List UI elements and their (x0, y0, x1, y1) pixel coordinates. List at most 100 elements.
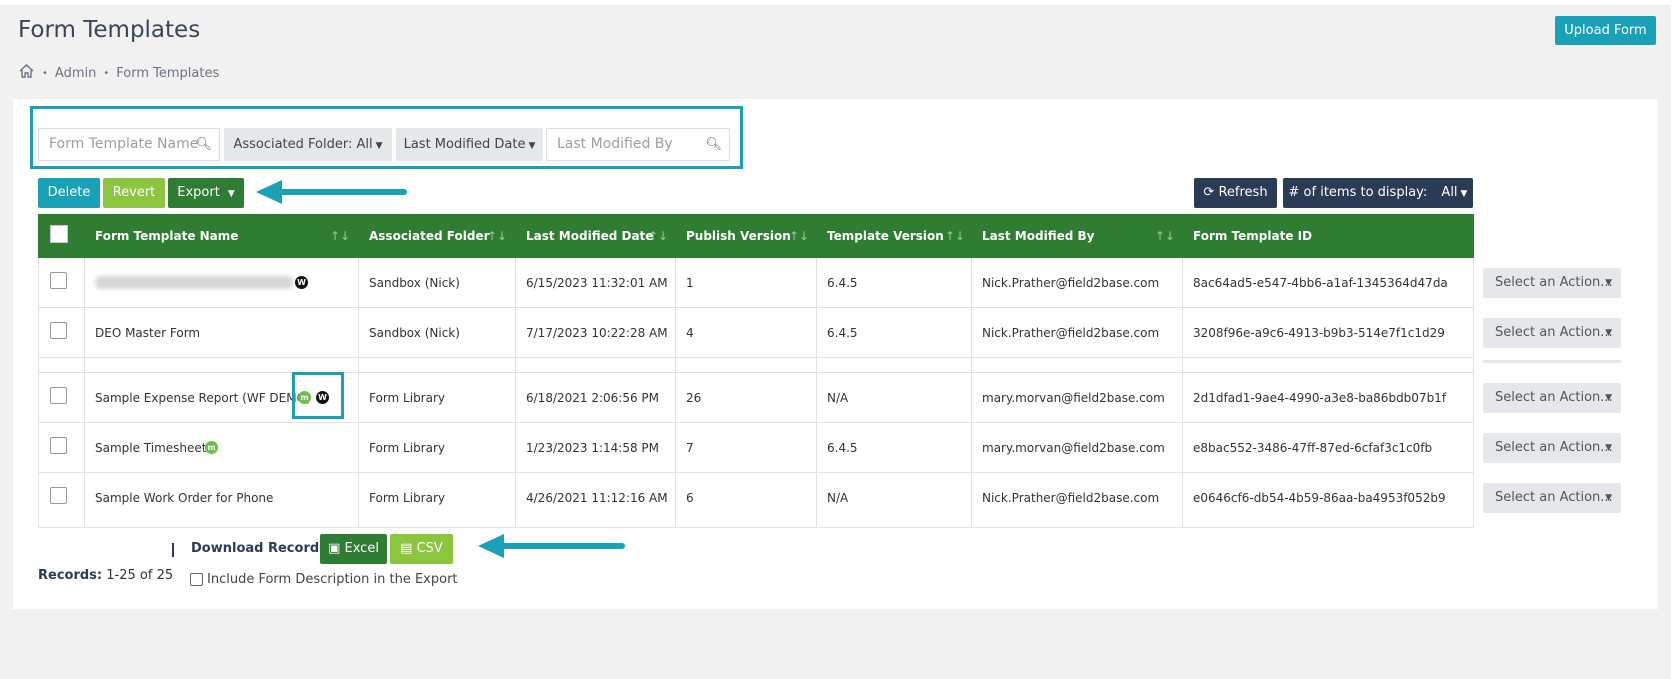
divider (172, 543, 174, 557)
row-checkbox[interactable] (50, 322, 67, 339)
select-action-dropdown[interactable]: Select an Action... ▼ (1483, 483, 1621, 513)
row-checkbox[interactable] (50, 272, 67, 289)
cell-modified-by: Nick.Prather@field2base.com (982, 491, 1160, 505)
caret-down-icon: ▼ (1605, 278, 1612, 288)
cell-folder: Sandbox (Nick) (369, 276, 460, 290)
revert-button[interactable]: Revert (103, 178, 165, 208)
select-all-checkbox[interactable] (50, 225, 68, 243)
caret-down-icon: ▼ (375, 141, 383, 151)
column-header-last-modified-date[interactable]: Last Modified Date (526, 214, 653, 258)
caret-down-icon: ▼ (528, 141, 536, 151)
caret-down-icon: ▼ (1605, 393, 1612, 403)
select-action-dropdown[interactable]: Select an Action... ▼ (1483, 433, 1621, 463)
action-label: Select an Action... (1495, 390, 1613, 405)
cell-template-version: 6.4.5 (827, 326, 858, 340)
arrow-pointer-icon (256, 180, 407, 204)
items-value: All (1441, 185, 1458, 200)
cell-modified-by: mary.morvan@field2base.com (982, 391, 1165, 405)
cell-folder: Form Library (369, 491, 446, 505)
csv-download-button[interactable]: ▤ CSV (390, 534, 453, 564)
select-action-dropdown[interactable]: Select an Action... ▼ (1483, 383, 1621, 413)
cell-form-name[interactable]: Sample Expense Report (WF DEMO) (95, 391, 311, 405)
cell-date: 4/26/2021 11:12:16 AM (526, 491, 668, 505)
column-divider (971, 258, 972, 528)
csv-icon: ▤ (400, 541, 413, 556)
cell-template-id: 3208f96e-a9c6-4913-b9b3-514e7f1c1d29 (1193, 326, 1445, 340)
table-row-spacer (38, 358, 1474, 373)
column-header-last-modified-by[interactable]: Last Modified By (982, 214, 1094, 258)
top-border (0, 0, 1675, 5)
associated-folder-dropdown[interactable]: Associated Folder: All ▼ (224, 128, 392, 161)
icon-highlight-box (292, 372, 344, 419)
right-border (1671, 0, 1675, 679)
refresh-label: Refresh (1218, 185, 1268, 200)
cell-template-version: N/A (827, 491, 849, 505)
cell-template-id: 8ac64ad5-e547-4bb6-a1af-1345364d47da (1193, 276, 1448, 290)
column-divider (515, 258, 516, 528)
cell-template-id: e8bac552-3486-47ff-87ed-6cfaf3c1c0fb (1193, 441, 1433, 455)
records-value: 1-25 of 25 (106, 568, 174, 583)
folder-dropdown-label: Associated Folder: All (233, 137, 373, 152)
cell-date: 7/17/2023 10:22:28 AM (526, 326, 668, 340)
upload-form-button[interactable]: Upload Form (1555, 16, 1656, 45)
breadcrumb-separator: • (42, 67, 48, 79)
column-header-template-version[interactable]: Template Version (827, 214, 944, 258)
breadcrumb-separator: • (103, 67, 110, 79)
cell-date: 1/23/2023 1:14:58 PM (526, 441, 660, 455)
action-label: Select an Action... (1495, 490, 1613, 505)
sort-icon[interactable]: ↑↓ (330, 214, 350, 258)
records-count: Records: 1-25 of 25 (38, 568, 173, 583)
arrow-pointer-icon (478, 534, 625, 558)
column-header-publish-version[interactable]: Publish Version (686, 214, 791, 258)
last-modified-date-dropdown[interactable]: Last Modified Date ▼ (396, 128, 543, 161)
excel-download-button[interactable]: ▣ Excel (320, 534, 387, 564)
excel-label: Excel (344, 541, 379, 556)
cell-folder: Sandbox (Nick) (369, 326, 460, 340)
include-description-checkbox[interactable] (190, 573, 203, 586)
row-checkbox[interactable] (50, 487, 67, 504)
mobile-icon: m (205, 441, 218, 454)
cell-form-name[interactable]: Sample Work Order for Phone (95, 491, 273, 505)
cell-template-version: 6.4.5 (827, 441, 858, 455)
row-checkbox[interactable] (50, 387, 67, 404)
include-description-option[interactable]: Include Form Description in the Export (190, 572, 458, 587)
cell-folder: Form Library (369, 441, 446, 455)
sort-icon[interactable]: ↑↓ (648, 214, 668, 258)
records-label: Records: (38, 568, 103, 583)
column-divider (816, 258, 817, 528)
cell-date: 6/15/2023 11:32:01 AM (526, 276, 668, 290)
action-label: Select an Action... (1495, 440, 1613, 455)
row-checkbox[interactable] (50, 437, 67, 454)
select-action-dropdown[interactable]: Select an Action... ▼ (1483, 268, 1621, 298)
select-action-dropdown[interactable]: Select an Action... ▼ (1483, 318, 1621, 348)
cell-template-id: e0646cf6-db54-4b59-86aa-ba4953f052b9 (1193, 491, 1446, 505)
column-header-form-template-id[interactable]: Form Template ID (1193, 214, 1312, 258)
workflow-icon: W (295, 276, 308, 289)
sort-icon[interactable]: ↑↓ (1155, 214, 1175, 258)
column-divider (358, 258, 359, 528)
csv-label: CSV (416, 541, 443, 556)
column-header-form-template-name[interactable]: Form Template Name (95, 214, 238, 258)
date-dropdown-label: Last Modified Date (403, 137, 526, 152)
cell-form-name[interactable]: DEO Master Form (95, 326, 200, 340)
breadcrumb-form-templates: Form Templates (116, 65, 220, 81)
column-divider (84, 258, 85, 528)
export-button[interactable]: Export ▼ (168, 178, 244, 208)
sort-icon[interactable]: ↑↓ (945, 214, 965, 258)
items-to-display-dropdown[interactable]: # of items to display: All ▼ (1283, 178, 1473, 208)
sort-icon[interactable]: ↑↓ (487, 214, 507, 258)
home-icon[interactable] (18, 63, 35, 83)
cell-folder: Form Library (369, 391, 446, 405)
items-label: # of items to display: (1288, 185, 1428, 200)
cell-template-id: 2d1dfad1-9ae4-4990-a3e8-ba86bdb07b1f (1193, 391, 1447, 405)
cell-form-name[interactable]: Sample Timesheet (95, 441, 207, 455)
cell-template-version: 6.4.5 (827, 276, 858, 290)
column-header-associated-folder[interactable]: Associated Folder (369, 214, 490, 258)
sort-icon[interactable]: ↑↓ (789, 214, 809, 258)
last-modified-by-search[interactable]: Last Modified By 🔍︎ (546, 128, 730, 161)
cell-publish-version: 6 (686, 491, 694, 505)
refresh-button[interactable]: ⟳ Refresh (1194, 178, 1277, 208)
form-template-name-search[interactable]: Form Template Name 🔍︎ (38, 128, 220, 161)
delete-button[interactable]: Delete (38, 178, 100, 208)
breadcrumb-admin[interactable]: Admin (55, 66, 96, 81)
